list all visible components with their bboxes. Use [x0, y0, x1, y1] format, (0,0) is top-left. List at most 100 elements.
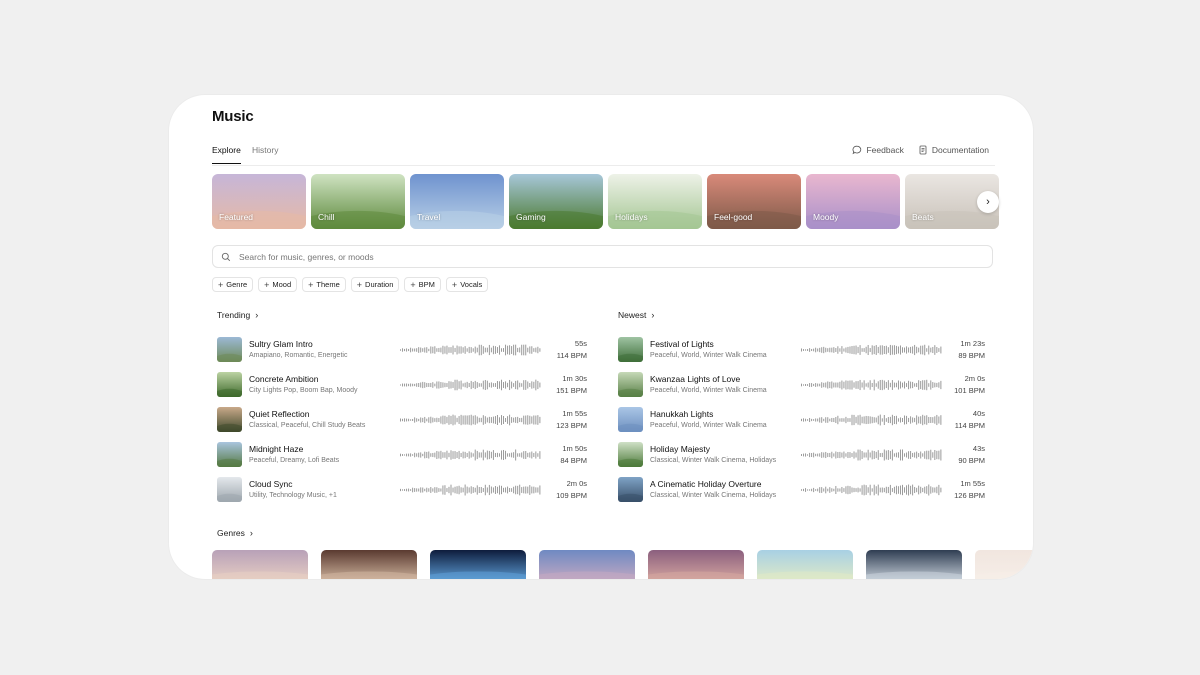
- trending-heading[interactable]: Trending ›: [217, 310, 258, 320]
- document-icon: [919, 145, 927, 155]
- trending-list: Sultry Glam Intro Amapiano, Romantic, Ene…: [217, 337, 587, 512]
- filter-label: Duration: [365, 280, 394, 289]
- genre-card[interactable]: [539, 550, 635, 579]
- chevron-right-icon: ›: [986, 196, 990, 208]
- newest-heading[interactable]: Newest ›: [618, 310, 654, 320]
- filter-label: Mood: [272, 280, 292, 289]
- trending-label: Trending: [217, 310, 251, 320]
- feedback-label: Feedback: [866, 145, 904, 155]
- documentation-link[interactable]: Documentation: [918, 145, 989, 155]
- search-input[interactable]: [237, 250, 941, 263]
- genre-card[interactable]: [430, 550, 526, 579]
- track-row[interactable]: Kwanzaa Lights of Love Peaceful, World, W…: [618, 372, 985, 407]
- category-label: Featured: [219, 212, 254, 222]
- track-bpm: 126 BPM: [954, 491, 985, 500]
- track-artwork: [618, 407, 643, 432]
- track-duration: 1m 50s: [562, 444, 587, 453]
- category-card-feel-good[interactable]: Feel-good: [707, 174, 801, 229]
- chat-bubble-icon: [852, 145, 862, 155]
- track-artwork: [217, 442, 242, 467]
- carousel-next-button[interactable]: ›: [977, 191, 999, 213]
- waveform[interactable]: [801, 448, 943, 462]
- tab-explore[interactable]: Explore: [212, 145, 241, 164]
- genre-card[interactable]: [212, 550, 308, 579]
- track-tags: Peaceful, World, Winter Walk Cinema: [650, 422, 767, 429]
- filter-chip-genre[interactable]: + Genre: [212, 277, 254, 292]
- waveform[interactable]: [400, 483, 542, 497]
- category-card-gaming[interactable]: Gaming: [509, 174, 603, 229]
- category-card-travel[interactable]: Travel: [410, 174, 504, 229]
- category-label: Chill: [318, 212, 335, 222]
- track-row[interactable]: Midnight Haze Peaceful, Dreamy, Lofi Beat…: [217, 442, 587, 477]
- genre-card[interactable]: [757, 550, 853, 579]
- waveform[interactable]: [400, 448, 542, 462]
- track-bpm: 109 BPM: [556, 491, 587, 500]
- plus-icon: +: [410, 279, 416, 290]
- genre-card[interactable]: [648, 550, 744, 579]
- plus-icon: +: [451, 279, 458, 290]
- track-title: Holiday Majesty: [650, 444, 710, 454]
- track-title: Festival of Lights: [650, 339, 714, 349]
- track-duration: 2m 0s: [964, 374, 985, 383]
- track-tags: Utility, Technology Music, +1: [249, 492, 337, 499]
- genres-heading[interactable]: Genres ›: [217, 528, 253, 538]
- plus-icon: +: [308, 279, 314, 290]
- tab-history[interactable]: History: [252, 145, 278, 163]
- category-card-chill[interactable]: Chill: [311, 174, 405, 229]
- track-duration: 1m 23s: [960, 339, 985, 348]
- track-title: Hanukkah Lights: [650, 409, 714, 419]
- track-duration: 1m 55s: [562, 409, 587, 418]
- waveform[interactable]: [801, 378, 943, 392]
- track-duration: 1m 55s: [960, 479, 985, 488]
- category-card-moody[interactable]: Moody: [806, 174, 900, 229]
- track-row[interactable]: Hanukkah Lights Peaceful, World, Winter W…: [618, 407, 985, 442]
- track-duration: 2m 0s: [566, 479, 587, 488]
- track-row[interactable]: Concrete Ambition City Lights Pop, Boom B…: [217, 372, 587, 407]
- category-card-featured[interactable]: Featured: [212, 174, 306, 229]
- filter-chip-mood[interactable]: + Mood: [258, 277, 298, 292]
- music-panel: Music Explore History Feedback Documenta…: [169, 95, 1033, 579]
- category-label: Feel-good: [714, 212, 753, 222]
- track-tags: Peaceful, World, Winter Walk Cinema: [650, 387, 767, 394]
- category-label: Moody: [813, 212, 839, 222]
- filter-chip-vocals[interactable]: + Vocals: [445, 277, 489, 292]
- genre-card[interactable]: [866, 550, 962, 579]
- plus-icon: +: [264, 279, 270, 290]
- track-tags: City Lights Pop, Boom Bap, Moody: [249, 387, 358, 394]
- waveform[interactable]: [801, 483, 943, 497]
- plus-icon: +: [218, 279, 224, 290]
- filter-label: Genre: [226, 280, 248, 289]
- track-bpm: 114 BPM: [556, 351, 587, 360]
- track-bpm: 123 BPM: [556, 421, 587, 430]
- category-card-holidays[interactable]: Holidays: [608, 174, 702, 229]
- track-row[interactable]: Festival of Lights Peaceful, World, Winte…: [618, 337, 985, 372]
- waveform[interactable]: [400, 343, 542, 357]
- track-tags: Amapiano, Romantic, Energetic: [249, 352, 348, 359]
- feedback-link[interactable]: Feedback: [852, 145, 904, 155]
- search-icon: [221, 252, 231, 261]
- track-bpm: 151 BPM: [556, 386, 587, 395]
- genre-card[interactable]: [321, 550, 417, 579]
- track-bpm: 90 BPM: [958, 456, 985, 465]
- waveform[interactable]: [801, 343, 943, 357]
- track-row[interactable]: A Cinematic Holiday Overture Classical, W…: [618, 477, 985, 512]
- genre-card[interactable]: [975, 550, 1033, 579]
- waveform[interactable]: [801, 413, 943, 427]
- track-artwork: [618, 372, 643, 397]
- search-bar[interactable]: [212, 245, 993, 268]
- filter-chip-duration[interactable]: + Duration: [350, 277, 400, 292]
- track-artwork: [217, 372, 242, 397]
- track-row[interactable]: Holiday Majesty Classical, Winter Walk Ci…: [618, 442, 985, 477]
- filter-chip-theme[interactable]: + Theme: [302, 277, 346, 292]
- track-bpm: 89 BPM: [958, 351, 985, 360]
- track-row[interactable]: Sultry Glam Intro Amapiano, Romantic, Ene…: [217, 337, 587, 372]
- filter-chip-bpm[interactable]: + BPM: [404, 277, 441, 292]
- track-duration: 55s: [574, 339, 587, 348]
- waveform[interactable]: [400, 413, 542, 427]
- track-title: Quiet Reflection: [249, 409, 310, 419]
- track-tags: Peaceful, Dreamy, Lofi Beats: [249, 457, 340, 464]
- track-row[interactable]: Cloud Sync Utility, Technology Music, +1 2…: [217, 477, 587, 512]
- track-tags: Classical, Winter Walk Cinema, Holidays: [650, 492, 777, 499]
- waveform[interactable]: [400, 378, 542, 392]
- track-row[interactable]: Quiet Reflection Classical, Peaceful, Chi…: [217, 407, 587, 442]
